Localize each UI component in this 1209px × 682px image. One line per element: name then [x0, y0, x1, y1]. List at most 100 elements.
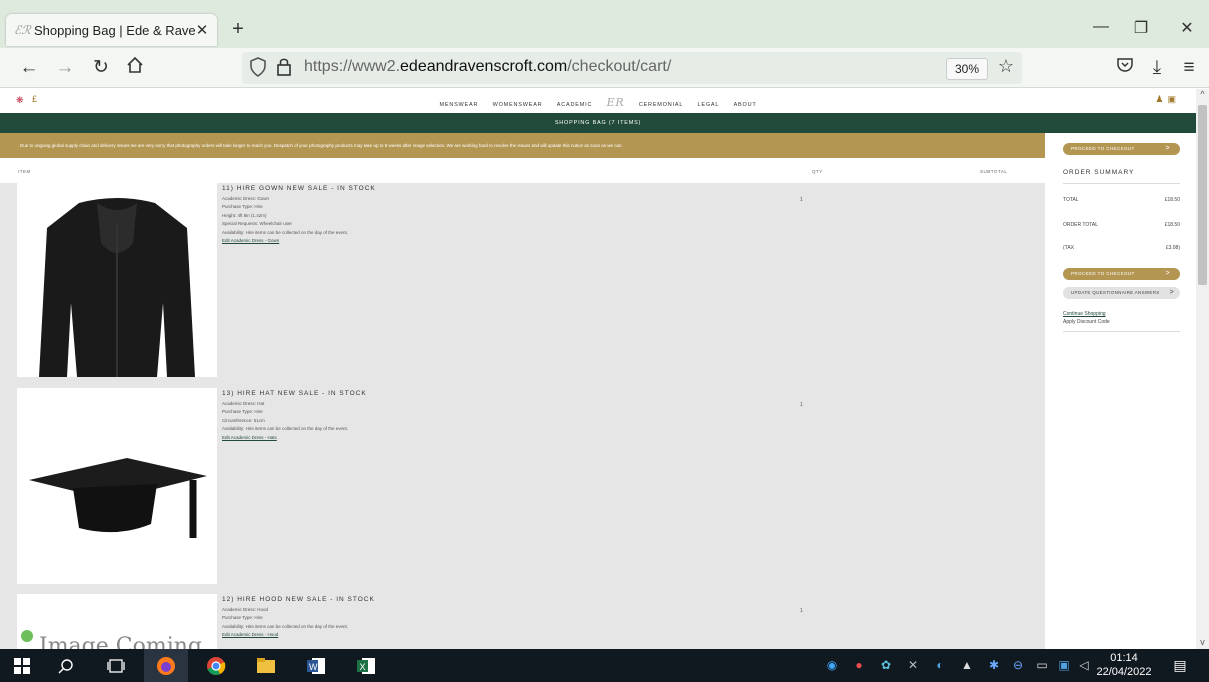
tax-row: (TAX £3.08) — [1063, 245, 1180, 251]
downloads-icon[interactable]: ⤓ — [1144, 56, 1170, 80]
bag-icon[interactable]: ▣ — [1167, 94, 1180, 104]
task-view-icon[interactable] — [94, 649, 138, 682]
bluetooth-icon[interactable]: ✱ — [986, 658, 1002, 674]
reload-icon[interactable]: ↻ — [88, 56, 114, 80]
tray-app-icon[interactable]: ✿ — [878, 658, 894, 674]
zoom-level-button[interactable]: 30% — [946, 58, 988, 80]
proceed-to-checkout-button[interactable]: PROCEED TO CHECKOUT > — [1063, 143, 1180, 155]
hood-image-placeholder[interactable]: Image Coming — [17, 594, 217, 649]
item-detail-line: Academic Dress: Gown — [222, 196, 270, 201]
tray-app-icon[interactable]: ◉ — [824, 658, 840, 674]
lock-icon[interactable] — [274, 56, 296, 80]
browser-toolbar: ← → ↻ https://www2.edeandravenscroft.com… — [0, 48, 1209, 88]
supply-notice: Due to ongoing global supply chain and d… — [0, 133, 1045, 158]
tax-label: (TAX — [1063, 245, 1075, 251]
edit-item-link[interactable]: Edit Academic Dress - Hats — [222, 435, 822, 440]
shield-icon[interactable] — [248, 56, 270, 80]
file-explorer-icon[interactable] — [244, 649, 288, 682]
home-icon[interactable] — [122, 56, 148, 80]
firefox-icon[interactable] — [144, 649, 188, 682]
item-detail-line: Availability: Hire items can be collecte… — [222, 426, 348, 432]
item-detail-line: Availability: Hire items can be collecte… — [222, 623, 348, 629]
start-icon[interactable] — [0, 649, 44, 682]
tray-app-icon[interactable]: ✕ — [905, 658, 921, 674]
image-coming-text: Image Coming — [39, 634, 202, 649]
edit-item-link[interactable]: Edit Academic Dress - Hood — [222, 632, 822, 637]
browser-tab-strip: ℰℛ Shopping Bag | Ede & Ravenscr ✕ + — ❐… — [0, 0, 1209, 48]
nav-ceremonial[interactable]: CEREMONIAL — [639, 102, 683, 108]
address-bar[interactable]: https://www2.edeandravenscroft.com/check… — [242, 52, 1022, 84]
svg-text:W: W — [309, 662, 318, 672]
total-row: TOTAL £18.50 — [1063, 197, 1180, 203]
volume-icon[interactable]: ◁ — [1076, 658, 1092, 674]
edit-item-link[interactable]: Edit Academic Dress - Gown — [222, 238, 822, 243]
tray-app-icon[interactable]: ⊖ — [1010, 658, 1026, 674]
col-subtotal: SUBTOTAL — [980, 169, 1008, 174]
tray-app-icon[interactable]: ▲ — [959, 658, 975, 674]
cart-items: 11) HIRE GOWN NEW SALE - IN STOCK Academ… — [0, 183, 1045, 649]
item-title: 12) HIRE HOOD NEW SALE - IN STOCK — [222, 596, 375, 603]
site-logo[interactable]: ER — [607, 96, 625, 109]
page-scrollbar[interactable]: ^ v — [1196, 89, 1209, 649]
svg-text:X: X — [360, 662, 366, 672]
battery-icon[interactable]: ▭ — [1034, 658, 1050, 674]
nav-academic[interactable]: ACADEMIC — [557, 102, 592, 108]
proceed-to-checkout-button[interactable]: PROCEED TO CHECKOUT > — [1063, 268, 1180, 280]
search-icon[interactable] — [44, 649, 88, 682]
menu-icon[interactable]: ≡ — [1176, 56, 1202, 80]
divider — [1063, 183, 1180, 184]
chrome-icon[interactable] — [194, 649, 238, 682]
nav-womenswear[interactable]: WOMENSWEAR — [493, 102, 543, 108]
url-text: https://www2.edeandravenscroft.com/check… — [304, 58, 671, 76]
tax-value: £3.08) — [1165, 245, 1180, 251]
restore-icon[interactable]: ❐ — [1126, 18, 1156, 42]
chevron-right-icon: > — [1165, 270, 1170, 277]
continue-shopping-link[interactable]: Continue Shopping — [1063, 311, 1106, 317]
nav-menswear[interactable]: MENSWEAR — [439, 102, 478, 108]
item-detail-line: Academic Dress: Hat — [222, 401, 265, 406]
bookmark-star-icon[interactable]: ☆ — [994, 56, 1018, 80]
order-summary-title: ORDER SUMMARY — [1063, 169, 1135, 176]
col-qty: QTY — [812, 169, 823, 174]
item-details: 12) HIRE HOOD NEW SALE - IN STOCK Academ… — [222, 596, 822, 637]
new-tab-button[interactable]: + — [228, 18, 248, 42]
tab-close-icon[interactable]: ✕ — [195, 21, 209, 39]
item-details: 11) HIRE GOWN NEW SALE - IN STOCK Academ… — [222, 185, 822, 243]
word-icon[interactable]: W — [294, 649, 338, 682]
excel-icon[interactable]: X — [344, 649, 388, 682]
main-navigation: MENSWEAR WOMENSWEAR ACADEMIC ER CEREMONI… — [0, 96, 1196, 109]
tray-app-icon[interactable]: ● — [851, 658, 867, 674]
browser-tab[interactable]: ℰℛ Shopping Bag | Ede & Ravenscr ✕ — [6, 14, 217, 46]
shopping-bag-heading: SHOPPING BAG (7 ITEMS) — [0, 113, 1196, 133]
tab-title: Shopping Bag | Ede & Ravenscr — [34, 22, 195, 38]
window-close-icon[interactable]: ✕ — [1172, 18, 1202, 42]
item-detail-line: Purchase Type: Hire — [222, 204, 263, 210]
minimize-icon[interactable]: — — [1086, 18, 1116, 42]
tray-app-icon[interactable]: ◐ — [932, 658, 948, 674]
item-detail-line: Availability: Hire items can be collecte… — [222, 229, 348, 235]
apply-discount-link[interactable]: Apply Discount Code — [1063, 319, 1110, 325]
button-label: UPDATE QUESTIONNAIRE ANSWERS — [1071, 290, 1160, 295]
pocket-icon[interactable] — [1112, 56, 1138, 80]
nav-about[interactable]: ABOUT — [734, 102, 757, 108]
url-path: /checkout/cart/ — [567, 58, 672, 75]
scrollbar-thumb[interactable] — [1198, 105, 1207, 285]
site-favicon-icon: ℰℛ — [14, 23, 31, 37]
nav-legal[interactable]: LEGAL — [698, 102, 720, 108]
system-clock[interactable]: 01:14 22/04/2022 — [1094, 651, 1154, 679]
back-icon[interactable]: ← — [16, 56, 42, 80]
scroll-down-icon[interactable]: v — [1196, 637, 1209, 647]
item-detail-line: Height: 4ft 8in (1.42m) — [222, 212, 267, 218]
item-qty: 1 — [800, 197, 803, 203]
gown-image[interactable] — [17, 183, 217, 377]
clock-date: 22/04/2022 — [1096, 666, 1152, 678]
update-questionnaire-button[interactable]: UPDATE QUESTIONNAIRE ANSWERS > — [1063, 287, 1180, 299]
notifications-icon[interactable]: ▤ — [1170, 657, 1190, 675]
url-prefix: https://www2. — [304, 58, 401, 75]
account-icon[interactable]: ♟ — [1155, 94, 1167, 104]
tray-app-icon[interactable]: ▣ — [1056, 658, 1072, 674]
forward-icon[interactable]: → — [52, 56, 78, 80]
scroll-up-icon[interactable]: ^ — [1196, 89, 1209, 99]
hat-image[interactable] — [17, 388, 217, 584]
item-detail-line: Academic Dress: Hood — [222, 607, 269, 612]
